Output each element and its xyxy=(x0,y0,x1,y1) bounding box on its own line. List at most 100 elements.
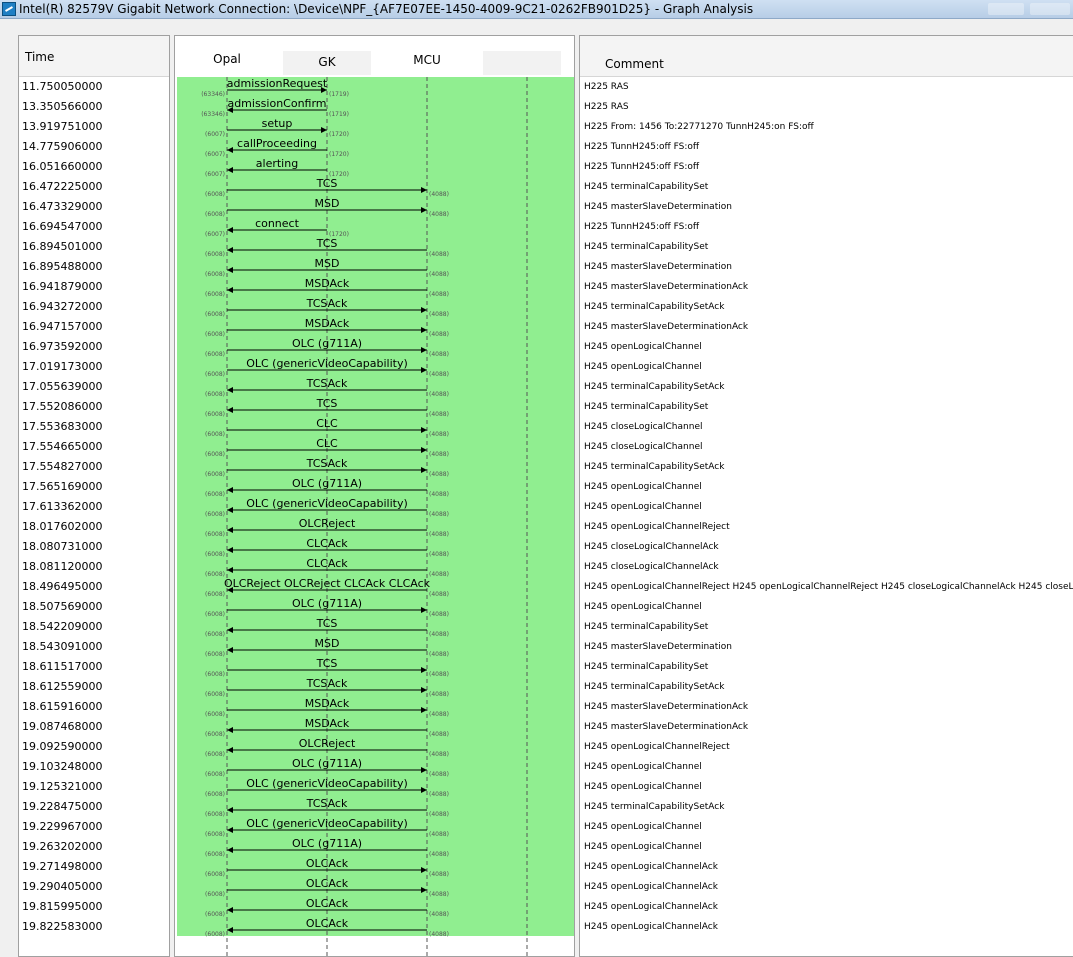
time-cell[interactable]: 18.612559000 xyxy=(22,680,102,694)
message-label[interactable]: OLCAck xyxy=(306,857,349,870)
message-label[interactable]: OLC (genericVideoCapability) xyxy=(246,497,408,510)
message-label[interactable]: admissionConfirm xyxy=(227,97,326,110)
comment-cell[interactable]: H245 masterSlaveDeterminationAck xyxy=(584,281,748,293)
message-label[interactable]: MSD xyxy=(315,197,340,210)
comment-cell[interactable]: H245 terminalCapabilitySet xyxy=(584,241,708,253)
comment-cell[interactable]: H245 openLogicalChannel xyxy=(584,341,702,353)
time-cell[interactable]: 13.919751000 xyxy=(22,120,102,134)
message-label[interactable]: OLC (genericVideoCapability) xyxy=(246,357,408,370)
time-cell[interactable]: 16.473329000 xyxy=(22,200,102,214)
time-cell[interactable]: 16.051660000 xyxy=(22,160,102,174)
time-cell[interactable]: 19.092590000 xyxy=(22,740,102,754)
flow-graph[interactable]: Opal GK MCUadmissionRequest(63346) (1719)ad… xyxy=(175,36,575,957)
comment-cell[interactable]: H245 closeLogicalChannel xyxy=(584,421,702,433)
message-label[interactable]: OLC (genericVideoCapability) xyxy=(246,817,408,830)
message-label[interactable]: TCS xyxy=(316,617,338,630)
time-cell[interactable]: 16.694547000 xyxy=(22,220,102,234)
comment-cell[interactable]: H245 closeLogicalChannelAck xyxy=(584,541,719,553)
message-label[interactable]: MSDAck xyxy=(305,717,350,730)
message-label[interactable]: TCS xyxy=(316,397,338,410)
time-cell[interactable]: 18.543091000 xyxy=(22,640,102,654)
time-cell[interactable]: 16.947157000 xyxy=(22,320,102,334)
message-label[interactable]: OLC (genericVideoCapability) xyxy=(246,777,408,790)
comment-column-panel[interactable]: Comment H225 RAS H225 RAS H225 From: 1456 … xyxy=(579,35,1073,957)
time-cell[interactable]: 18.017602000 xyxy=(22,520,102,534)
comment-cell[interactable]: H245 openLogicalChannel xyxy=(584,781,702,793)
message-label[interactable]: OLC (g711A) xyxy=(292,757,362,770)
comment-cell[interactable]: H245 openLogicalChannel xyxy=(584,601,702,613)
comment-cell[interactable]: H245 openLogicalChannel xyxy=(584,761,702,773)
time-cell[interactable]: 19.263202000 xyxy=(22,840,102,854)
time-cell[interactable]: 18.507569000 xyxy=(22,600,102,614)
message-label[interactable]: MSDAck xyxy=(305,317,350,330)
time-cell[interactable]: 17.554665000 xyxy=(22,440,102,454)
comment-cell[interactable]: H245 masterSlaveDeterminationAck xyxy=(584,321,748,333)
comment-cell[interactable]: H245 openLogicalChannel xyxy=(584,841,702,853)
comment-cell[interactable]: H245 masterSlaveDetermination xyxy=(584,261,732,273)
message-label[interactable]: alerting xyxy=(256,157,298,170)
comment-cell[interactable]: H245 openLogicalChannelReject xyxy=(584,521,730,533)
comment-cell[interactable]: H245 masterSlaveDeterminationAck xyxy=(584,721,748,733)
comment-cell[interactable]: H245 terminalCapabilitySet xyxy=(584,401,708,413)
message-label[interactable]: TCSAck xyxy=(306,457,348,470)
comment-cell[interactable]: H245 closeLogicalChannel xyxy=(584,441,702,453)
message-label[interactable]: callProceeding xyxy=(237,137,317,150)
message-label[interactable]: CLC xyxy=(316,437,338,450)
message-label[interactable]: OLCAck xyxy=(306,897,349,910)
time-cell[interactable]: 17.554827000 xyxy=(22,460,102,474)
comment-cell[interactable]: H245 terminalCapabilitySetAck xyxy=(584,461,724,473)
time-cell[interactable]: 13.350566000 xyxy=(22,100,102,114)
message-label[interactable]: CLC xyxy=(316,417,338,430)
message-label[interactable]: setup xyxy=(262,117,293,130)
message-label[interactable]: OLCReject xyxy=(299,737,356,750)
comment-cell[interactable]: H245 terminalCapabilitySetAck xyxy=(584,801,724,813)
time-cell[interactable]: 18.611517000 xyxy=(22,660,102,674)
time-cell[interactable]: 17.055639000 xyxy=(22,380,102,394)
comment-cell[interactable]: H245 masterSlaveDetermination xyxy=(584,641,732,653)
comment-cell[interactable]: H245 openLogicalChannelAck xyxy=(584,921,718,933)
message-label[interactable]: TCSAck xyxy=(306,377,348,390)
time-cell[interactable]: 17.552086000 xyxy=(22,400,102,414)
message-label[interactable]: OLC (g711A) xyxy=(292,337,362,350)
time-cell[interactable]: 16.943272000 xyxy=(22,300,102,314)
time-cell[interactable]: 19.271498000 xyxy=(22,860,102,874)
time-cell[interactable]: 19.822583000 xyxy=(22,920,102,934)
comment-cell[interactable]: H245 terminalCapabilitySet xyxy=(584,621,708,633)
message-label[interactable]: TCSAck xyxy=(306,297,348,310)
message-label[interactable]: OLCReject OLCReject CLCAck CLCAck xyxy=(224,577,431,590)
message-label[interactable]: MSDAck xyxy=(305,277,350,290)
time-cell[interactable]: 18.615916000 xyxy=(22,700,102,714)
comment-cell[interactable]: H245 openLogicalChannelAck xyxy=(584,881,718,893)
comment-cell[interactable]: H225 RAS xyxy=(584,81,629,93)
comment-cell[interactable]: H245 openLogicalChannelReject H245 openL… xyxy=(584,581,1073,593)
message-label[interactable]: connect xyxy=(255,217,300,230)
comment-cell[interactable]: H245 openLogicalChannelAck xyxy=(584,861,718,873)
time-column-panel[interactable]: Time 11.750050000 13.350566000 13.91975100… xyxy=(18,35,170,957)
comment-cell[interactable]: H245 openLogicalChannelReject xyxy=(584,741,730,753)
message-label[interactable]: OLC (g711A) xyxy=(292,477,362,490)
time-cell[interactable]: 19.815995000 xyxy=(22,900,102,914)
time-cell[interactable]: 17.553683000 xyxy=(22,420,102,434)
message-label[interactable]: MSD xyxy=(315,637,340,650)
time-cell[interactable]: 16.973592000 xyxy=(22,340,102,354)
message-label[interactable]: OLCReject xyxy=(299,517,356,530)
comment-cell[interactable]: H245 openLogicalChannel xyxy=(584,501,702,513)
time-cell[interactable]: 19.125321000 xyxy=(22,780,102,794)
comment-cell[interactable]: H245 masterSlaveDeterminationAck xyxy=(584,701,748,713)
comment-cell[interactable]: H245 terminalCapabilitySetAck xyxy=(584,381,724,393)
time-cell[interactable]: 16.894501000 xyxy=(22,240,102,254)
time-cell[interactable]: 16.895488000 xyxy=(22,260,102,274)
comment-cell[interactable]: H225 TunnH245:off FS:off xyxy=(584,161,699,173)
time-cell[interactable]: 19.229967000 xyxy=(22,820,102,834)
time-cell[interactable]: 11.750050000 xyxy=(22,80,102,94)
message-label[interactable]: admissionRequest xyxy=(227,77,328,90)
time-cell[interactable]: 19.228475000 xyxy=(22,800,102,814)
time-cell[interactable]: 19.087468000 xyxy=(22,720,102,734)
time-cell[interactable]: 19.103248000 xyxy=(22,760,102,774)
time-cell[interactable]: 19.290405000 xyxy=(22,880,102,894)
comment-cell[interactable]: H245 terminalCapabilitySet xyxy=(584,181,708,193)
comment-cell[interactable]: H245 openLogicalChannel xyxy=(584,361,702,373)
time-cell[interactable]: 14.775906000 xyxy=(22,140,102,154)
message-label[interactable]: MSD xyxy=(315,257,340,270)
time-cell[interactable]: 18.496495000 xyxy=(22,580,102,594)
